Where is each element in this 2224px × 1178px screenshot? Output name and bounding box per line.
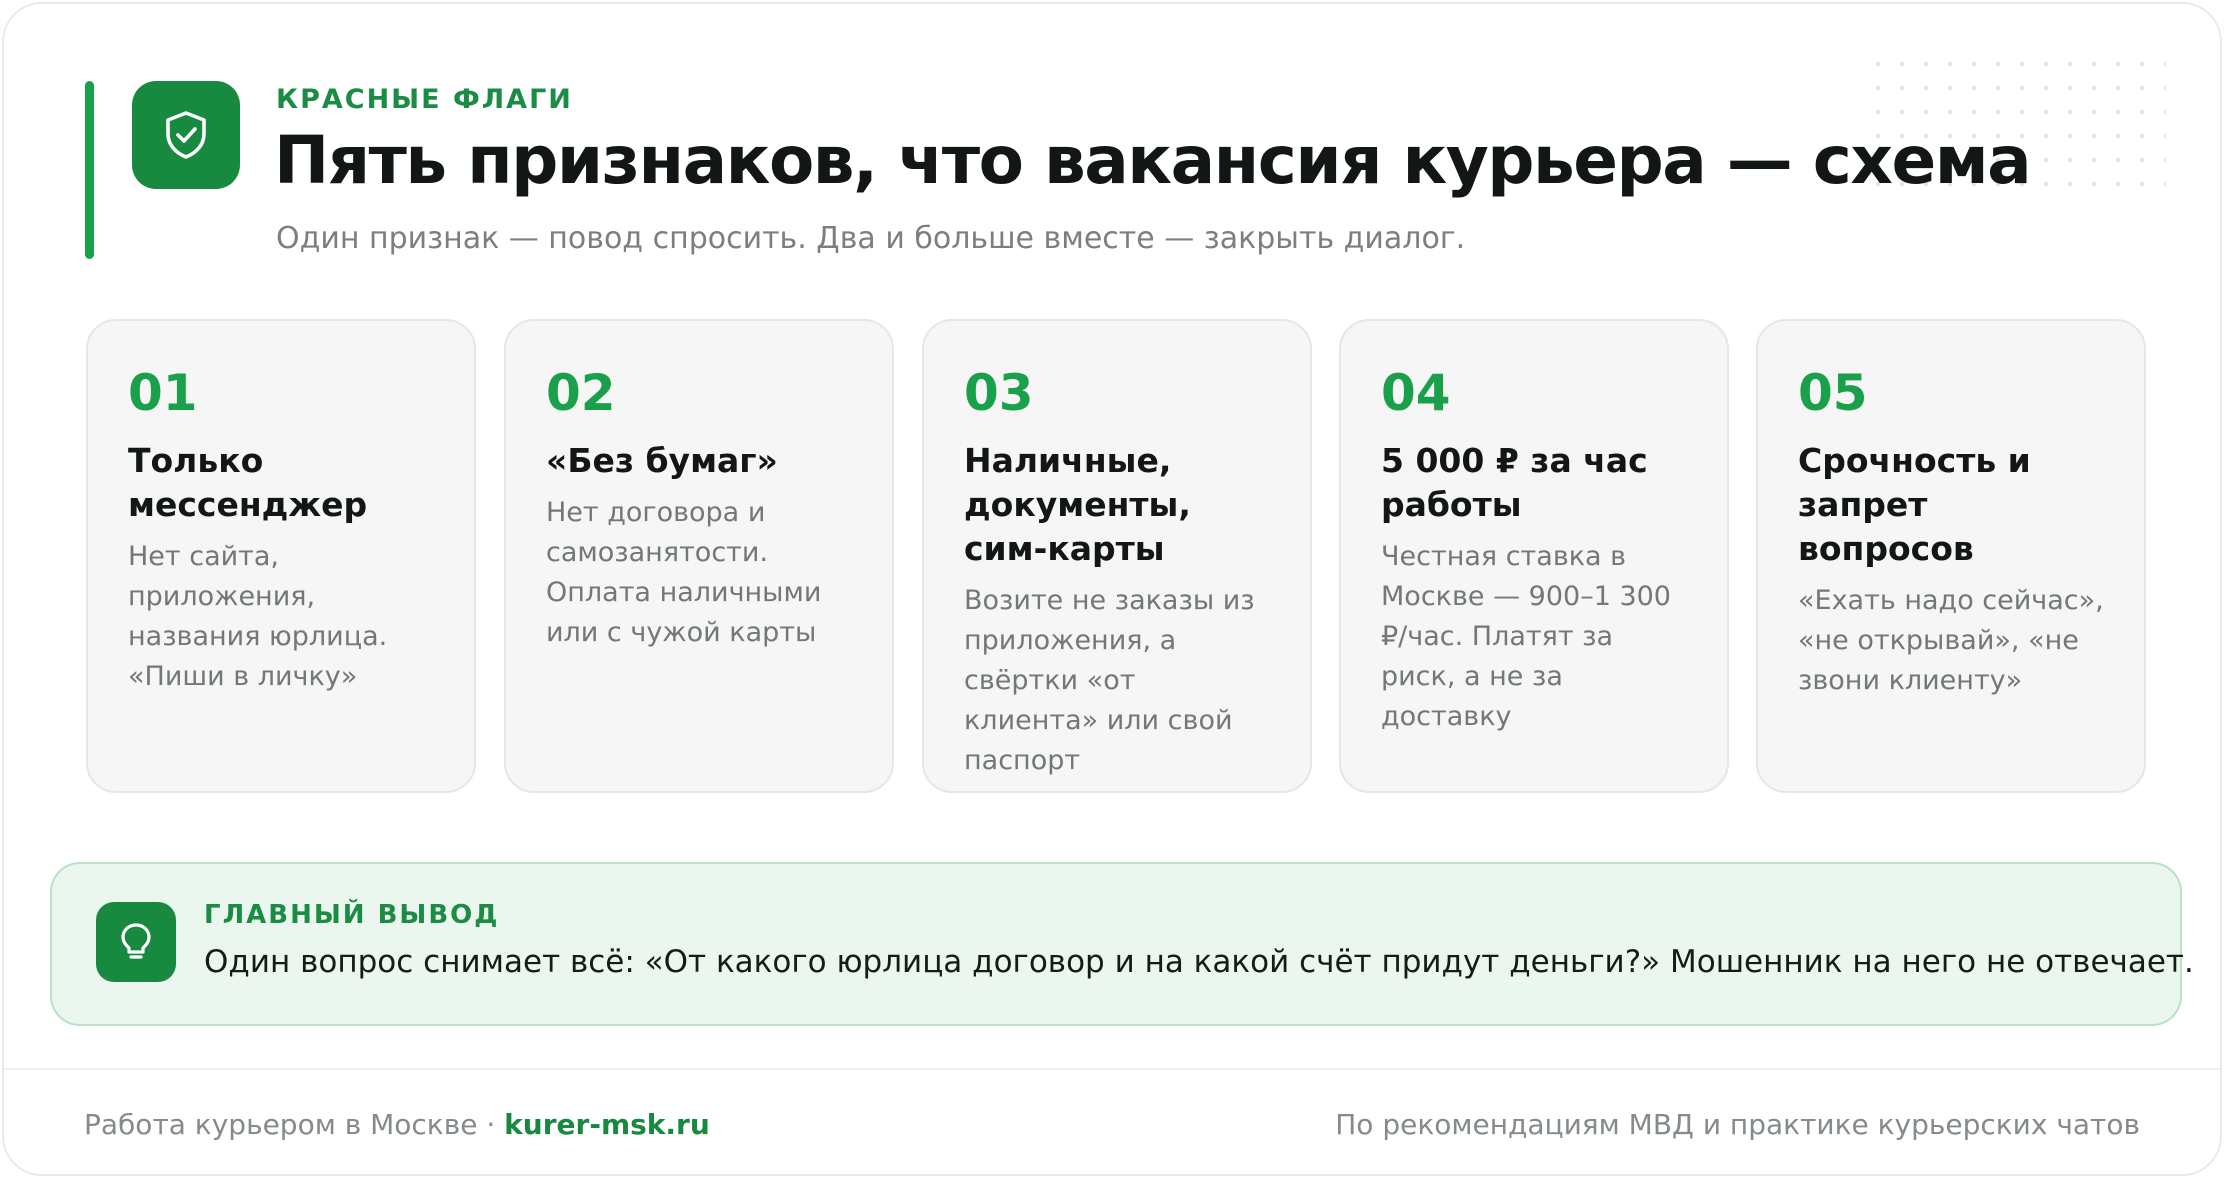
flag-title: Срочность и запрет вопросов bbox=[1798, 441, 2031, 568]
page-title: Пять признаков, что вакансия курьера — с… bbox=[274, 122, 2032, 199]
flag-card-2: 02 «Без бумаг» Нет договора и самозанято… bbox=[504, 319, 894, 793]
footer-site-link[interactable]: kurer-msk.ru bbox=[504, 1108, 710, 1141]
flag-description: Возите не заказы из приложения, а свёртк… bbox=[964, 585, 1255, 776]
header-accent-bar bbox=[85, 81, 94, 259]
footer-source: Работа курьером в Москве · kurer-msk.ru bbox=[84, 1108, 710, 1141]
flag-card-4: 04 5 000 ₽ за час работы Честная ставка … bbox=[1339, 319, 1729, 793]
flag-number: 05 bbox=[1798, 364, 1868, 422]
shield-check-icon bbox=[132, 81, 240, 189]
flag-description: Честная ставка в Москве — 900–1 300 ₽/ча… bbox=[1381, 541, 1671, 732]
flag-description: Нет сайта, приложения, названия юрлица. … bbox=[128, 541, 388, 692]
flag-description: «Ехать надо сейчас», «не открывай», «не … bbox=[1798, 585, 2104, 696]
flag-number: 01 bbox=[128, 364, 198, 422]
flag-card-3: 03 Наличные, документы, сим-карты Возите… bbox=[922, 319, 1312, 793]
takeaway-label: ГЛАВНЫЙ ВЫВОД bbox=[204, 900, 500, 930]
flag-title: 5 000 ₽ за час работы bbox=[1381, 441, 1648, 524]
flag-title: Только мессенджер bbox=[128, 441, 368, 524]
flag-title: Наличные, документы, сим-карты bbox=[964, 441, 1191, 568]
red-flag-cards: 01 Только мессенджер Нет сайта, приложен… bbox=[86, 319, 2146, 793]
page-subtitle: Один признак — повод спросить. Два и бол… bbox=[276, 221, 1466, 256]
takeaway-text: Один вопрос снимает всё: «От какого юрли… bbox=[204, 944, 2194, 980]
flag-description: Нет договора и самозанятости. Оплата нал… bbox=[546, 497, 822, 648]
flag-card-1: 01 Только мессенджер Нет сайта, приложен… bbox=[86, 319, 476, 793]
flag-number: 02 bbox=[546, 364, 616, 422]
footer-credit: По рекомендациям МВД и практике курьерск… bbox=[1335, 1108, 2140, 1141]
flag-number: 03 bbox=[964, 364, 1034, 422]
flag-card-5: 05 Срочность и запрет вопросов «Ехать на… bbox=[1756, 319, 2146, 793]
footer-divider bbox=[4, 1068, 2220, 1070]
flag-number: 04 bbox=[1381, 364, 1451, 422]
flag-title: «Без бумаг» bbox=[546, 441, 778, 480]
main-takeaway: ГЛАВНЫЙ ВЫВОД Один вопрос снимает всё: «… bbox=[50, 862, 2194, 1026]
lightbulb-icon bbox=[96, 902, 176, 982]
footer-site-label: Работа курьером в Москве · bbox=[84, 1108, 505, 1141]
infographic-card: КРАСНЫЕ ФЛАГИ Пять признаков, что ваканс… bbox=[2, 2, 2222, 1176]
header-eyebrow: КРАСНЫЕ ФЛАГИ bbox=[276, 84, 573, 115]
